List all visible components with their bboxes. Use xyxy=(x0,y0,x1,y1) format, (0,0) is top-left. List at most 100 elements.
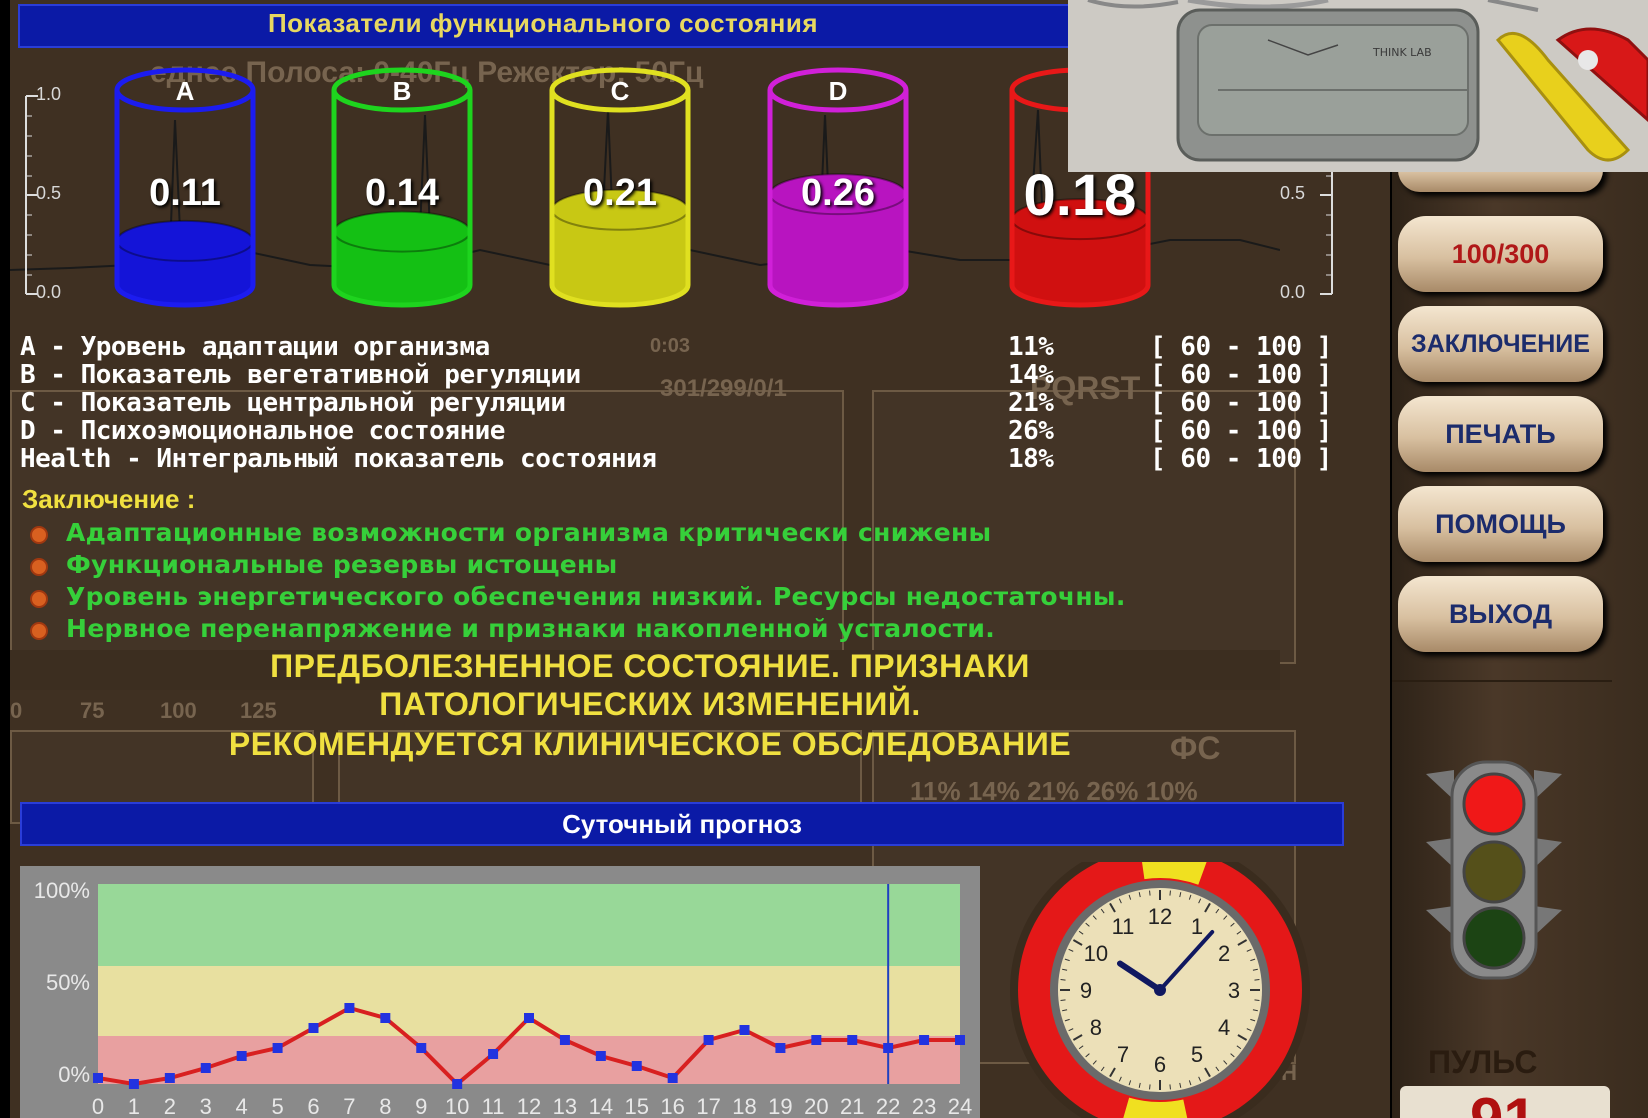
print-button[interactable]: ПЕЧАТЬ xyxy=(1398,396,1603,472)
cylinder-value: 0.14 xyxy=(365,172,439,214)
clock-tick xyxy=(1060,979,1066,981)
chart-x-tick-label: 7 xyxy=(343,1094,355,1118)
conclusion-bullet-icon xyxy=(30,590,48,608)
chart-x-tick-label: 6 xyxy=(307,1094,319,1118)
cylinder-value: 0.21 xyxy=(583,172,657,214)
indicator-range-c: [ 60 - 100 ] xyxy=(1150,388,1332,418)
pulse-value: 91 xyxy=(1470,1090,1537,1118)
chart-point xyxy=(775,1043,786,1053)
chart-point xyxy=(272,1043,283,1053)
chart-point xyxy=(93,1073,103,1083)
chart-x-tick-label: 2 xyxy=(164,1094,176,1118)
clock-numeral: 1 xyxy=(1191,914,1203,939)
clock-numeral: 12 xyxy=(1148,904,1172,929)
chart-y-tick-label: 0% xyxy=(58,1062,90,1087)
clock-numeral: 8 xyxy=(1090,1015,1102,1040)
cylinder-letter: D xyxy=(828,76,848,106)
device-photo-inset: THINK LAB xyxy=(1068,0,1648,172)
chart-point xyxy=(595,1051,606,1061)
help-button[interactable]: ПОМОЩЬ xyxy=(1398,486,1603,562)
clock-icon: 1234567891011 12 xyxy=(1010,862,1310,1118)
conclusion-item-4: Нервное перенапряжение и признаки накопл… xyxy=(66,614,996,643)
cylinder-value: 0.11 xyxy=(149,172,221,214)
chart-point xyxy=(919,1035,930,1045)
chart-x-tick-label: 18 xyxy=(732,1094,756,1118)
cylinder-value: 0.18 xyxy=(1023,163,1137,228)
indicator-pct-health: 18% xyxy=(1008,444,1054,474)
device-photo: THINK LAB xyxy=(1068,0,1648,172)
chart-x-tick-label: 3 xyxy=(200,1094,212,1118)
warning-line-3: РЕКОМЕНДУЕТСЯ КЛИНИЧЕСКОЕ ОБСЛЕДОВАНИЕ xyxy=(228,726,1072,762)
conclusion-bullet-icon xyxy=(30,622,48,640)
chart-x-tick-label: 19 xyxy=(768,1094,792,1118)
photo-bag-label: THINK LAB xyxy=(1372,46,1432,59)
indicator-range-a: [ 60 - 100 ] xyxy=(1150,332,1332,362)
clock-numeral: 3 xyxy=(1228,978,1240,1003)
conclusion-bullet-icon xyxy=(30,558,48,576)
chart-x-tick-label: 15 xyxy=(625,1094,649,1118)
exit-button[interactable]: ВЫХОД xyxy=(1398,576,1603,652)
chart-point xyxy=(416,1043,427,1053)
chart-x-tick-label: 9 xyxy=(415,1094,427,1118)
clock-tick xyxy=(1169,1084,1171,1090)
conclusion-heading: Заключение : xyxy=(22,484,196,514)
conclusion-item-3: Уровень энергетического обеспечения низк… xyxy=(66,582,1126,611)
chart-point xyxy=(236,1051,247,1061)
scale-button[interactable]: 100/300 xyxy=(1398,216,1603,292)
cylinder-fill-top xyxy=(333,210,471,253)
clock-numeral: 9 xyxy=(1080,978,1092,1003)
chart-x-tick-label: 11 xyxy=(482,1094,505,1118)
clock-numeral: 7 xyxy=(1117,1042,1129,1067)
chart-point xyxy=(811,1035,822,1045)
conclusion-item-1: Адаптационные возможности организма крит… xyxy=(66,518,992,547)
chart-point xyxy=(128,1079,139,1089)
indicator-range-health: [ 60 - 100 ] xyxy=(1150,444,1332,474)
chart-x-tick-label: 8 xyxy=(379,1094,391,1118)
pulse-label: ПУЛЬС xyxy=(1428,1044,1538,1080)
chart-x-tick-label: 12 xyxy=(517,1094,541,1118)
indicator-label-a: A - Уровень адаптации организма xyxy=(20,332,490,362)
chart-x-tick-label: 10 xyxy=(445,1094,469,1118)
indicator-label-b: B - Показатель вегетативной регуляции xyxy=(20,360,581,390)
conclusion-button[interactable]: ЗАКЛЮЧЕНИЕ xyxy=(1398,306,1603,382)
chart-point xyxy=(847,1035,858,1045)
chart-band-1 xyxy=(98,966,960,1036)
chart-y-tick-label: 50% xyxy=(46,970,90,995)
chart-x-tick-label: 14 xyxy=(589,1094,613,1118)
chart-point xyxy=(667,1073,678,1083)
chart-point xyxy=(883,1043,894,1053)
chart-point xyxy=(200,1063,211,1073)
indicator-pct-a: 11% xyxy=(1008,332,1054,362)
chart-x-tick-label: 21 xyxy=(840,1094,864,1118)
screen: еднее Полоса: 0-40Гц Режектор: 50Гц 0:03… xyxy=(0,0,1648,1118)
page-title: Показатели функционального состояния xyxy=(267,8,818,38)
pulse-display: 91 xyxy=(1400,1086,1610,1118)
chart-x-tick-label: 1 xyxy=(128,1094,140,1118)
chart-x-tick-label: 20 xyxy=(804,1094,828,1118)
indicator-pct-d: 26% xyxy=(1008,416,1054,446)
indicator-list: A - Уровень адаптации организма B - Пока… xyxy=(20,332,1340,482)
cylinder-letter: C xyxy=(610,76,630,106)
clock-numeral: 5 xyxy=(1191,1042,1203,1067)
chart-x-tick-label: 4 xyxy=(236,1094,248,1118)
cylinder-letter: A xyxy=(175,76,195,106)
clock-numeral: 6 xyxy=(1154,1052,1166,1077)
indicator-label-c: C - Показатель центральной регуляции xyxy=(20,388,566,418)
warning-line-2: ПАТОЛОГИЧЕСКИХ ИЗМЕНЕНИЙ. xyxy=(379,686,921,722)
chart-point xyxy=(631,1061,642,1071)
chart-point xyxy=(308,1023,319,1033)
chart-point xyxy=(559,1035,570,1045)
chart-band-2 xyxy=(98,884,960,966)
indicator-label-health: Health - Интегральный показатель состоян… xyxy=(20,444,657,474)
clock-tick xyxy=(1060,999,1066,1001)
chart-x-tick-label: 5 xyxy=(271,1094,283,1118)
indicator-range-b: [ 60 - 100 ] xyxy=(1150,360,1332,390)
conclusion-item-2: Функциональные резервы истощены xyxy=(66,550,618,579)
forecast-chart: 100%50%0%0 1 2 3 4 5 6 7 8 9 10 11 12 13 14 15 16 17 18 19 2… xyxy=(34,878,973,1118)
indicator-label-d: D - Психоэмоциональное состояние xyxy=(20,416,505,446)
chart-point xyxy=(955,1035,965,1045)
cylinder-fill-top xyxy=(116,219,254,262)
panel-divider xyxy=(1392,680,1612,682)
chart-point xyxy=(452,1079,463,1089)
cylinder-value: 0.26 xyxy=(801,172,875,214)
